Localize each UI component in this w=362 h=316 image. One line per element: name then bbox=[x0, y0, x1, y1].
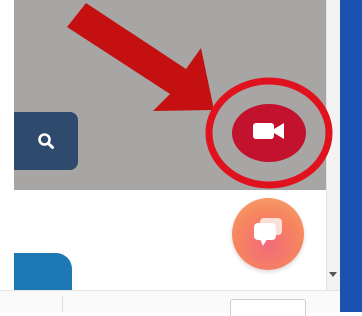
right-side-panel bbox=[340, 0, 362, 312]
left-margin bbox=[0, 0, 14, 312]
search-button[interactable] bbox=[14, 112, 78, 170]
bottom-divider bbox=[62, 296, 63, 312]
search-icon bbox=[37, 132, 55, 150]
video-camera-icon bbox=[252, 120, 286, 147]
blue-tab[interactable] bbox=[14, 253, 72, 293]
chat-bubbles-icon bbox=[251, 216, 285, 253]
scrollbar[interactable] bbox=[326, 0, 341, 290]
video-call-button[interactable] bbox=[232, 104, 306, 162]
bottom-input-field[interactable] bbox=[230, 299, 306, 316]
chat-button[interactable] bbox=[232, 198, 304, 270]
chevron-down-icon[interactable] bbox=[329, 272, 337, 277]
